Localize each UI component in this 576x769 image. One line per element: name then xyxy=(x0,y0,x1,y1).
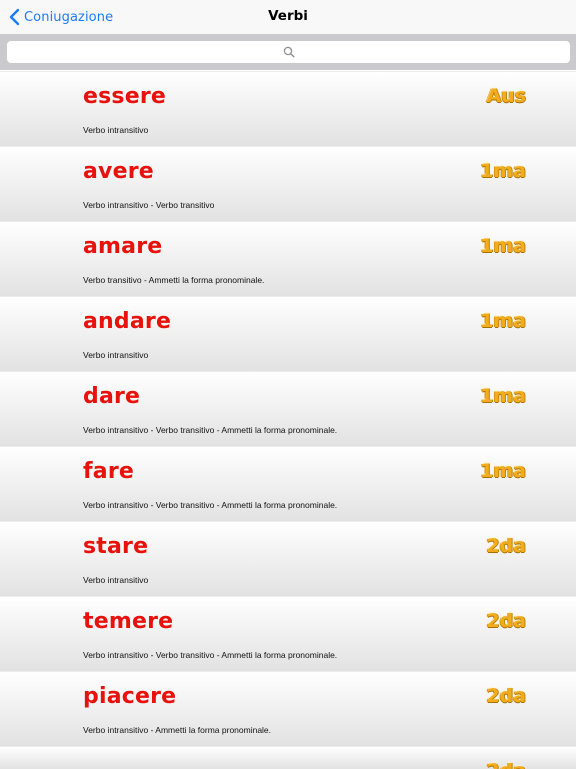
list-item[interactable]: avere Verbo intransitivo - Verbo transit… xyxy=(0,146,576,221)
verb-description: Verbo intransitivo - Verbo transitivo - … xyxy=(83,500,338,510)
conjugation-badge: Aus xyxy=(486,85,526,107)
verb-description: Verbo intransitivo xyxy=(83,575,149,585)
conjugation-badge: 1ma xyxy=(480,235,526,257)
verb-name: essere xyxy=(83,84,167,109)
verb-description: Verbo intransitivo xyxy=(83,350,149,360)
conjugation-badge: 2da xyxy=(486,535,526,557)
conjugation-badge: 2da xyxy=(486,685,526,707)
conjugation-badge: 1ma xyxy=(480,310,526,332)
verb-description: Verbo intransitivo - Verbo transitivo xyxy=(83,200,215,210)
list-item[interactable]: fare Verbo intransitivo - Verbo transiti… xyxy=(0,446,576,521)
verb-name: andare xyxy=(83,309,172,334)
navigation-bar: Coniugazione Verbi xyxy=(0,0,576,34)
verb-description: Verbo intransitivo - Verbo transitivo - … xyxy=(83,425,338,435)
list-item[interactable]: essere Verbo intransitivo Aus xyxy=(0,71,576,146)
search-field[interactable] xyxy=(7,41,570,63)
conjugation-badge: 1ma xyxy=(480,385,526,407)
verb-description: Verbo intransitivo - Verbo transitivo - … xyxy=(83,650,338,660)
conjugation-badge: 2da xyxy=(486,610,526,632)
conjugation-badge: 1ma xyxy=(480,160,526,182)
list-item[interactable]: stare Verbo intransitivo 2da xyxy=(0,521,576,596)
verb-name: fare xyxy=(83,459,134,484)
verb-description: Verbo intransitivo xyxy=(83,125,149,135)
list-item[interactable]: temere Verbo intransitivo - Verbo transi… xyxy=(0,596,576,671)
verb-name: piacere xyxy=(83,684,177,709)
list-item[interactable]: dare Verbo intransitivo - Verbo transiti… xyxy=(0,371,576,446)
list-item[interactable]: andare Verbo intransitivo 1ma xyxy=(0,296,576,371)
search-bar xyxy=(0,34,576,70)
verb-name: dare xyxy=(83,384,141,409)
list-item[interactable]: amare Verbo transitivo - Ammetti la form… xyxy=(0,221,576,296)
verb-name: avere xyxy=(83,159,154,184)
verb-name: amare xyxy=(83,234,163,259)
list-item[interactable]: 2da xyxy=(0,746,576,769)
verb-name: stare xyxy=(83,534,149,559)
verb-description: Verbo intransitivo - Ammetti la forma pr… xyxy=(83,725,272,735)
verb-name: temere xyxy=(83,609,174,634)
page-title: Verbi xyxy=(268,8,308,24)
verb-list: essere Verbo intransitivo Aus avere Verb… xyxy=(0,71,576,769)
list-item[interactable]: piacere Verbo intransitivo - Ammetti la … xyxy=(0,671,576,746)
verb-description: Verbo transitivo - Ammetti la forma pron… xyxy=(83,275,265,285)
search-input[interactable] xyxy=(7,41,570,63)
conjugation-badge: 1ma xyxy=(480,460,526,482)
